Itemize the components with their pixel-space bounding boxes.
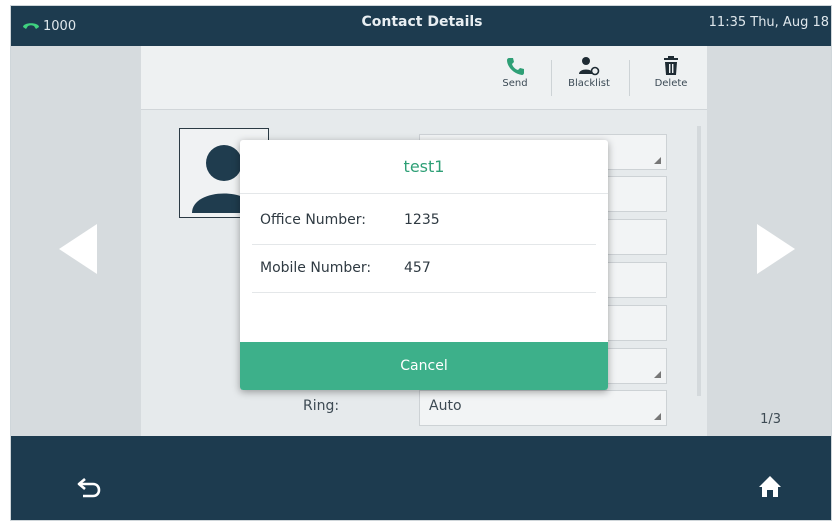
dialog-row-office[interactable]: Office Number: 1235 xyxy=(252,197,596,245)
mobile-number-label: Mobile Number: xyxy=(260,260,372,276)
contact-number-dialog: test1 Office Number: 1235 Mobile Number:… xyxy=(240,140,608,390)
dialog-row-mobile[interactable]: Mobile Number: 457 xyxy=(252,245,596,293)
cancel-button[interactable]: Cancel xyxy=(240,342,608,390)
office-number-value: 1235 xyxy=(404,212,440,228)
dialog-overlay: test1 Office Number: 1235 Mobile Number:… xyxy=(0,0,834,524)
dialog-title: test1 xyxy=(240,140,608,194)
mobile-number-value: 457 xyxy=(404,260,431,276)
office-number-label: Office Number: xyxy=(260,212,367,228)
